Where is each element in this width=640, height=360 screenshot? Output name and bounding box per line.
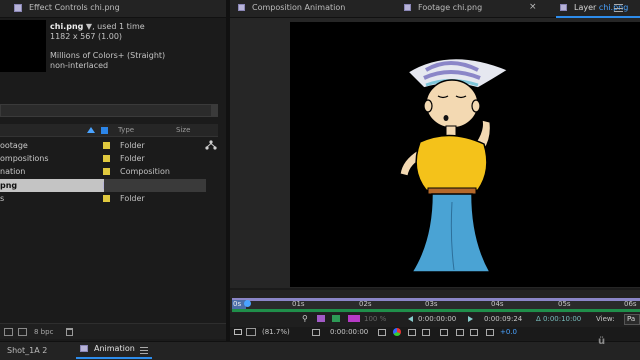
close-icon[interactable]: × <box>529 2 537 12</box>
tab-effect-controls[interactable]: Effect Controls chi.png <box>14 3 120 12</box>
sort-ascending-icon[interactable] <box>87 127 95 133</box>
set-out-point-icon[interactable] <box>468 316 473 322</box>
footage-icon <box>404 4 411 11</box>
tick-label: 06s <box>624 300 637 308</box>
asset-thumbnail <box>0 20 46 72</box>
render-icon[interactable] <box>456 329 464 336</box>
project-row-type: Folder <box>120 141 145 150</box>
tick-label: 01s <box>292 300 305 308</box>
trash-icon[interactable] <box>66 328 73 336</box>
selected-row-highlight <box>104 179 206 192</box>
asset-interlace: non-interlaced <box>50 61 109 70</box>
asset-usage: , used 1 time <box>92 22 145 31</box>
tick-label: 04s <box>491 300 504 308</box>
label-color-swatch[interactable] <box>103 142 110 149</box>
project-row[interactable]: ootage Folder <box>0 139 206 152</box>
project-row-name: nation <box>0 167 26 176</box>
asset-dims: 1182 x 567 (1.00) <box>50 32 123 41</box>
character-image <box>399 57 510 273</box>
project-row-type: Folder <box>120 194 145 203</box>
camera-icon[interactable] <box>378 329 386 336</box>
column-size[interactable]: Size <box>176 126 190 134</box>
green-marker-icon[interactable] <box>332 315 340 322</box>
bit-depth-label[interactable]: 8 bpc <box>34 328 53 336</box>
current-time[interactable]: 0:00:00:00 <box>330 328 368 336</box>
cache-bar <box>232 309 640 312</box>
panel-color-icon <box>14 3 22 12</box>
mask-icon[interactable] <box>440 329 448 336</box>
out-time[interactable]: 0:00:09:24 <box>484 315 522 323</box>
udemy-logo: ü <box>598 336 605 347</box>
tick-label: 03s <box>425 300 438 308</box>
tick-label: 02s <box>359 300 372 308</box>
asset-info: chi.png ▼, used 1 time 1182 x 567 (1.00)… <box>50 22 165 71</box>
tab-footage-label: Footage chi.png <box>418 3 483 12</box>
tab-animation-label: Animation <box>94 344 135 353</box>
menu-icon[interactable] <box>614 4 623 12</box>
fast-preview-icon[interactable] <box>470 329 478 336</box>
out-point-marker-icon[interactable] <box>348 315 360 322</box>
tab-effect-controls-label: Effect Controls chi.png <box>29 3 120 12</box>
tab-footage[interactable]: Footage chi.png <box>404 3 482 12</box>
set-in-point-icon[interactable] <box>408 316 413 322</box>
magnification-dropdown[interactable]: (81.7%) <box>262 328 290 336</box>
exposure-value[interactable]: +0.0 <box>500 328 517 336</box>
project-footer: 8 bpc <box>0 323 226 339</box>
project-search-input[interactable] <box>0 104 212 117</box>
duration: Δ 0:00:10:00 <box>536 315 582 323</box>
project-column-header: Type Size <box>0 124 218 137</box>
grid-icon[interactable] <box>312 329 320 336</box>
resolution-icon[interactable] <box>246 328 256 336</box>
interpret-footage-icon[interactable] <box>4 328 13 336</box>
project-row-type: Composition <box>120 167 170 176</box>
view-dropdown[interactable]: Pa <box>624 314 640 325</box>
project-row[interactable]: ompositions Folder <box>0 152 206 165</box>
label-column-icon[interactable] <box>101 127 108 134</box>
timeline-zoom[interactable]: 100 % <box>364 315 386 323</box>
view-label: View: <box>596 315 615 323</box>
tab-shot[interactable]: Shot_1A 2 <box>7 346 47 355</box>
composition-icon <box>238 4 245 11</box>
project-row-name: ootage <box>0 141 28 150</box>
transparency-grid-icon[interactable] <box>422 329 430 336</box>
column-type[interactable]: Type <box>118 126 134 134</box>
project-row-name: ompositions <box>0 154 49 163</box>
in-time[interactable]: 0:00:00:00 <box>418 315 456 323</box>
in-point-marker-icon[interactable] <box>317 315 325 322</box>
project-row-name: s <box>0 194 5 203</box>
tab-composition[interactable]: Composition Animation <box>238 3 345 12</box>
exposure-icon[interactable] <box>486 329 494 336</box>
pin-icon[interactable]: ⚲ <box>302 314 308 323</box>
tick-label: 05s <box>558 300 571 308</box>
tab-composition-label: Composition Animation <box>252 3 346 12</box>
asset-color-mode: Millions of Colors+ (Straight) <box>50 51 166 60</box>
region-of-interest-icon[interactable] <box>408 329 416 336</box>
active-tab-indicator <box>76 357 152 359</box>
flowchart-icon[interactable] <box>205 140 217 150</box>
snapshot-icon[interactable] <box>234 329 242 335</box>
scrollbar[interactable] <box>212 104 218 117</box>
project-row-name: png <box>0 181 18 190</box>
new-folder-icon[interactable] <box>18 328 27 336</box>
project-row[interactable]: nation Composition <box>0 165 206 178</box>
label-color-swatch[interactable] <box>103 155 110 162</box>
asset-name: chi.png <box>50 22 84 31</box>
label-color-swatch[interactable] <box>103 195 110 202</box>
color-channel-icon[interactable] <box>393 328 401 336</box>
menu-icon[interactable] <box>140 347 148 354</box>
playhead[interactable] <box>244 300 251 307</box>
composition-icon <box>80 345 88 352</box>
layer-icon <box>560 4 567 11</box>
tab-animation[interactable]: Animation <box>80 344 135 353</box>
viewer-bottom-bar <box>230 327 640 340</box>
label-color-swatch[interactable] <box>103 168 110 175</box>
tick-label: 0s <box>233 300 242 308</box>
project-row-type: Folder <box>120 154 145 163</box>
project-row[interactable]: s Folder <box>0 192 206 205</box>
